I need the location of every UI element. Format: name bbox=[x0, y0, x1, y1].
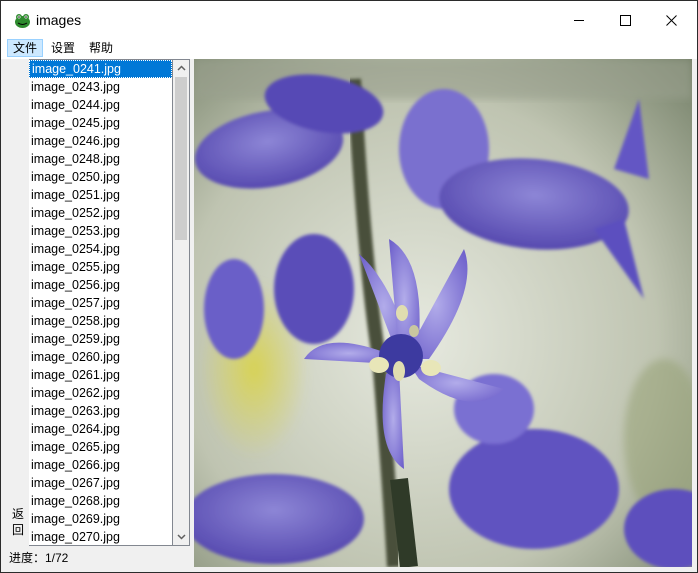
list-item[interactable]: image_0254.jpg bbox=[29, 240, 172, 258]
list-scrollbar[interactable] bbox=[173, 59, 190, 546]
chevron-down-icon bbox=[176, 534, 186, 540]
list-item[interactable]: image_0258.jpg bbox=[29, 312, 172, 330]
list-item[interactable]: image_0261.jpg bbox=[29, 366, 172, 384]
back-button[interactable]: 返 回 bbox=[8, 501, 28, 543]
progress-status: 进度：1/72 bbox=[9, 551, 69, 565]
frog-app-icon bbox=[15, 14, 30, 28]
minimize-button[interactable] bbox=[556, 1, 602, 39]
title-bar[interactable]: images bbox=[1, 1, 697, 39]
list-item[interactable]: image_0262.jpg bbox=[29, 384, 172, 402]
bluebell-flower-photo bbox=[194, 59, 692, 567]
list-item[interactable]: image_0269.jpg bbox=[29, 510, 172, 528]
scroll-down-button[interactable] bbox=[173, 529, 189, 545]
list-item[interactable]: image_0266.jpg bbox=[29, 456, 172, 474]
chevron-up-icon bbox=[176, 65, 186, 71]
list-item[interactable]: image_0251.jpg bbox=[29, 186, 172, 204]
maximize-icon bbox=[619, 14, 631, 26]
menu-settings[interactable]: 设置 bbox=[46, 39, 80, 57]
file-listbox[interactable]: image_0241.jpg image_0243.jpg image_0244… bbox=[29, 59, 173, 546]
list-item[interactable]: image_0264.jpg bbox=[29, 420, 172, 438]
scroll-up-button[interactable] bbox=[173, 60, 189, 76]
menu-file[interactable]: 文件 bbox=[7, 39, 44, 57]
minimize-icon bbox=[573, 19, 584, 21]
list-item[interactable]: image_0252.jpg bbox=[29, 204, 172, 222]
list-item[interactable]: image_0259.jpg bbox=[29, 330, 172, 348]
list-item[interactable]: image_0257.jpg bbox=[29, 294, 172, 312]
menu-help[interactable]: 帮助 bbox=[84, 39, 118, 57]
image-preview bbox=[194, 59, 692, 567]
scroll-thumb[interactable] bbox=[175, 77, 187, 240]
back-button-char-1: 返 bbox=[11, 507, 24, 521]
window-title: images bbox=[36, 12, 82, 28]
maximize-button[interactable] bbox=[602, 1, 648, 39]
back-button-char-2: 回 bbox=[11, 523, 24, 537]
list-item[interactable]: image_0267.jpg bbox=[29, 474, 172, 492]
list-item[interactable]: image_0263.jpg bbox=[29, 402, 172, 420]
app-window: images 文件 设置 帮助 返 回 image_0241.jpg image… bbox=[0, 0, 698, 573]
back-column: 返 回 bbox=[6, 59, 30, 546]
list-item[interactable]: image_0265.jpg bbox=[29, 438, 172, 456]
list-item[interactable]: image_0244.jpg bbox=[29, 96, 172, 114]
list-item[interactable]: image_0250.jpg bbox=[29, 168, 172, 186]
close-icon bbox=[665, 14, 677, 26]
list-item[interactable]: image_0246.jpg bbox=[29, 132, 172, 150]
list-item[interactable]: image_0253.jpg bbox=[29, 222, 172, 240]
list-item[interactable]: image_0241.jpg bbox=[29, 60, 172, 78]
list-item[interactable]: image_0248.jpg bbox=[29, 150, 172, 168]
list-item[interactable]: image_0245.jpg bbox=[29, 114, 172, 132]
close-button[interactable] bbox=[648, 1, 694, 39]
list-item[interactable]: image_0255.jpg bbox=[29, 258, 172, 276]
list-item[interactable]: image_0260.jpg bbox=[29, 348, 172, 366]
list-item[interactable]: image_0270.jpg bbox=[29, 528, 172, 545]
list-item[interactable]: image_0256.jpg bbox=[29, 276, 172, 294]
list-item[interactable]: image_0268.jpg bbox=[29, 492, 172, 510]
list-item[interactable]: image_0243.jpg bbox=[29, 78, 172, 96]
menu-bar: 文件 设置 帮助 bbox=[1, 39, 697, 59]
